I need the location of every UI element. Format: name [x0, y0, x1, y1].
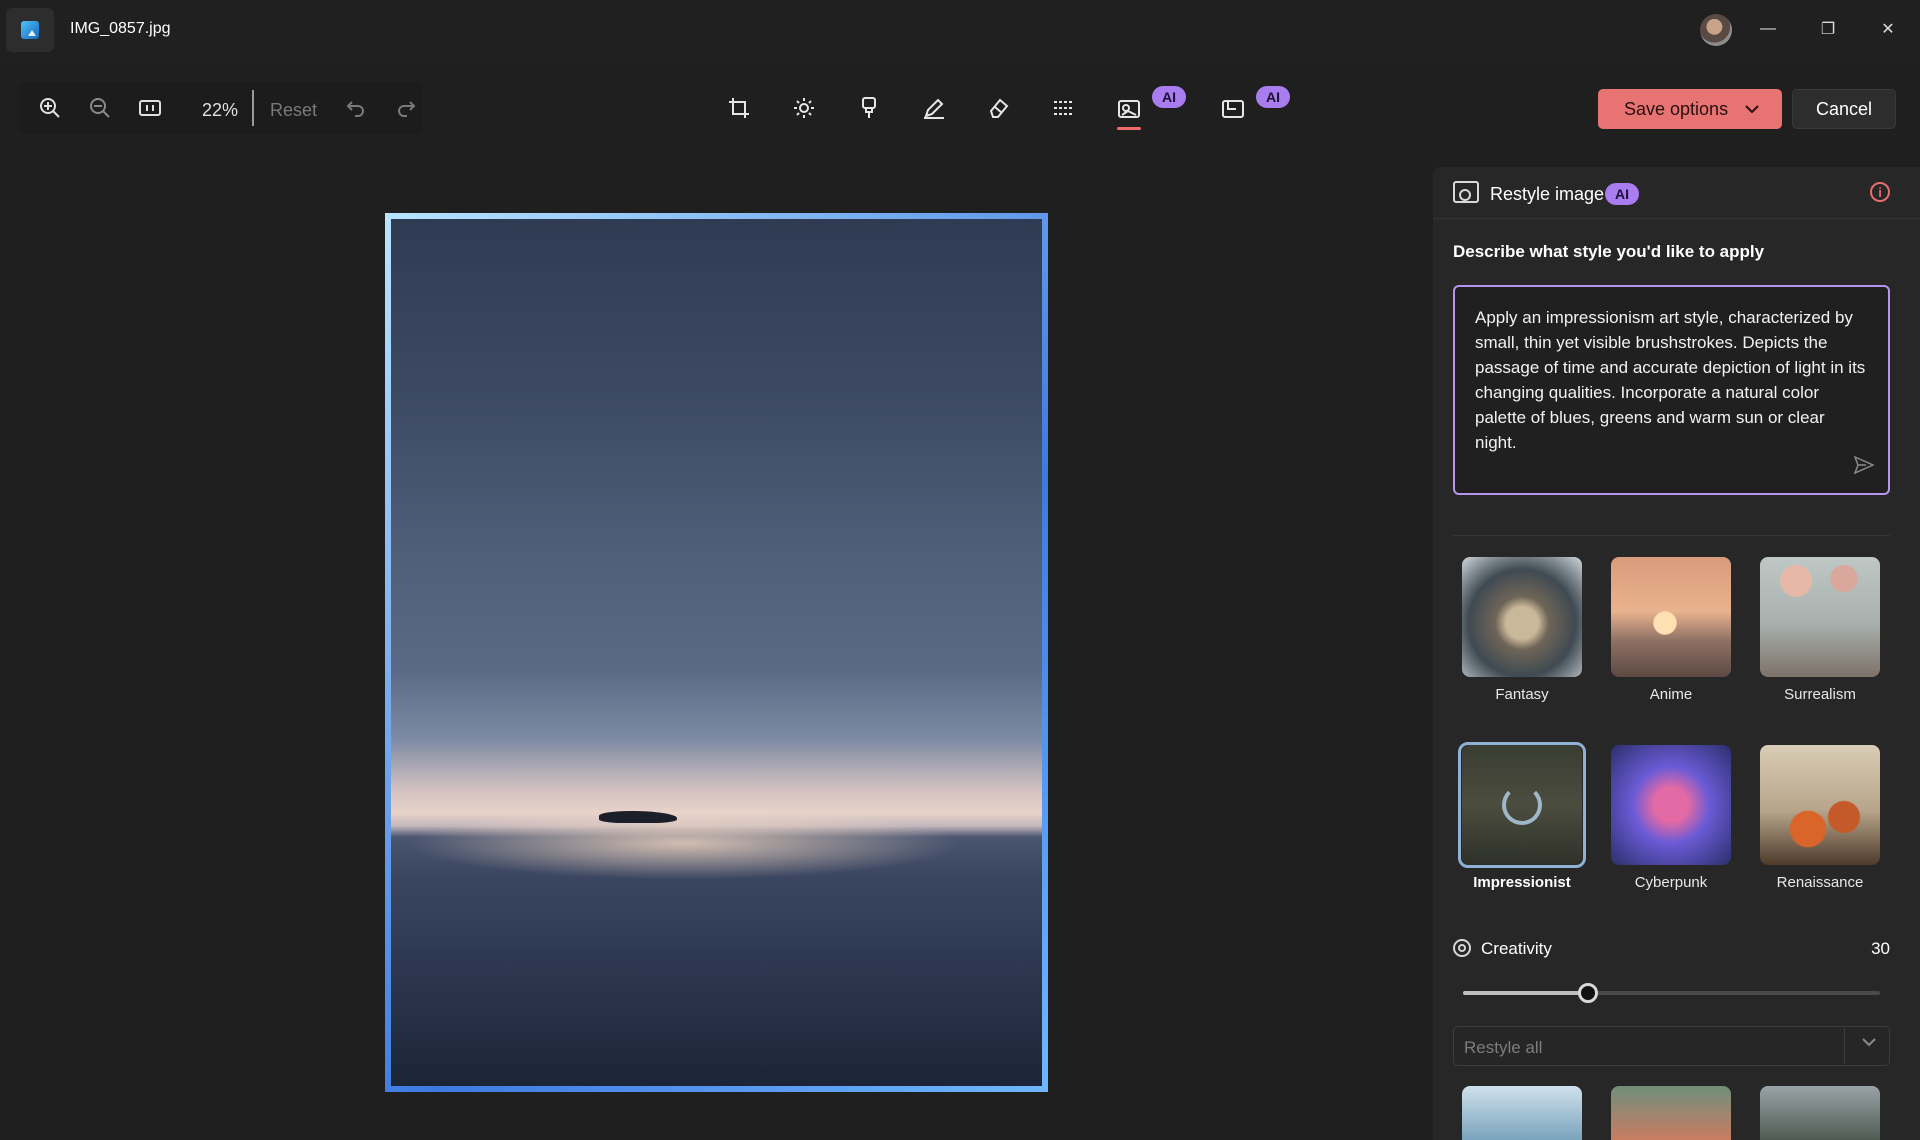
style-tile-extra-1[interactable]	[1462, 1086, 1582, 1140]
creativity-slider-thumb[interactable]	[1578, 983, 1599, 1003]
restyle-all-placeholder: Restyle all	[1464, 1038, 1543, 1057]
creativity-section: Creativity 30 Restyle all	[1433, 167, 1920, 1140]
zoom-out-icon[interactable]	[84, 92, 116, 124]
zoom-toolbar: 22% Reset	[20, 82, 422, 134]
background-blur-icon[interactable]	[1046, 92, 1082, 124]
close-button[interactable]: ✕	[1865, 10, 1911, 48]
photo-island	[599, 811, 678, 824]
creativity-value: 30	[1871, 939, 1890, 958]
restyle-ai-badge: AI	[1152, 86, 1186, 108]
photos-app-icon[interactable]	[6, 8, 54, 52]
crop-icon[interactable]	[721, 92, 757, 124]
save-options-button[interactable]: Save options	[1598, 89, 1782, 129]
user-avatar[interactable]	[1700, 14, 1732, 46]
erase-icon[interactable]	[981, 92, 1017, 124]
creativity-slider[interactable]	[1463, 983, 1880, 1003]
zoom-level[interactable]: 22%	[202, 100, 238, 121]
zoom-in-icon[interactable]	[34, 92, 66, 124]
restyle-all-select[interactable]: Restyle all	[1453, 1026, 1890, 1066]
creativity-label: Creativity	[1481, 939, 1552, 958]
chevron-down-icon[interactable]	[1861, 1035, 1877, 1053]
adjust-brightness-icon[interactable]	[786, 92, 822, 124]
chevron-down-icon	[1744, 99, 1760, 120]
redo-icon[interactable]	[390, 92, 422, 124]
photo-image	[391, 219, 1042, 1086]
creativity-slider-fill	[1463, 991, 1589, 995]
maximize-button[interactable]: ❐	[1805, 10, 1851, 48]
title-bar: IMG_0857.jpg — ❐ ✕	[0, 0, 1920, 60]
style-tile-extra-2[interactable]	[1611, 1086, 1731, 1140]
photo-canvas[interactable]	[385, 213, 1048, 1092]
generative-ai-badge: AI	[1256, 86, 1290, 108]
save-options-label: Save options	[1624, 98, 1729, 119]
markup-icon[interactable]	[916, 92, 952, 124]
actual-size-icon[interactable]	[134, 92, 166, 124]
style-tile-extra-3[interactable]	[1760, 1086, 1880, 1140]
generative-edit-icon[interactable]	[1215, 92, 1251, 124]
window-title: IMG_0857.jpg	[70, 20, 171, 37]
filter-icon[interactable]	[851, 92, 887, 124]
restyle-image-icon[interactable]	[1111, 92, 1147, 130]
toolbar-divider	[252, 90, 254, 126]
creativity-icon	[1453, 939, 1471, 957]
reset-button[interactable]: Reset	[270, 100, 317, 121]
cancel-button[interactable]: Cancel	[1792, 89, 1896, 129]
undo-icon[interactable]	[340, 92, 372, 124]
select-divider	[1844, 1028, 1845, 1064]
minimize-button[interactable]: —	[1745, 10, 1791, 48]
